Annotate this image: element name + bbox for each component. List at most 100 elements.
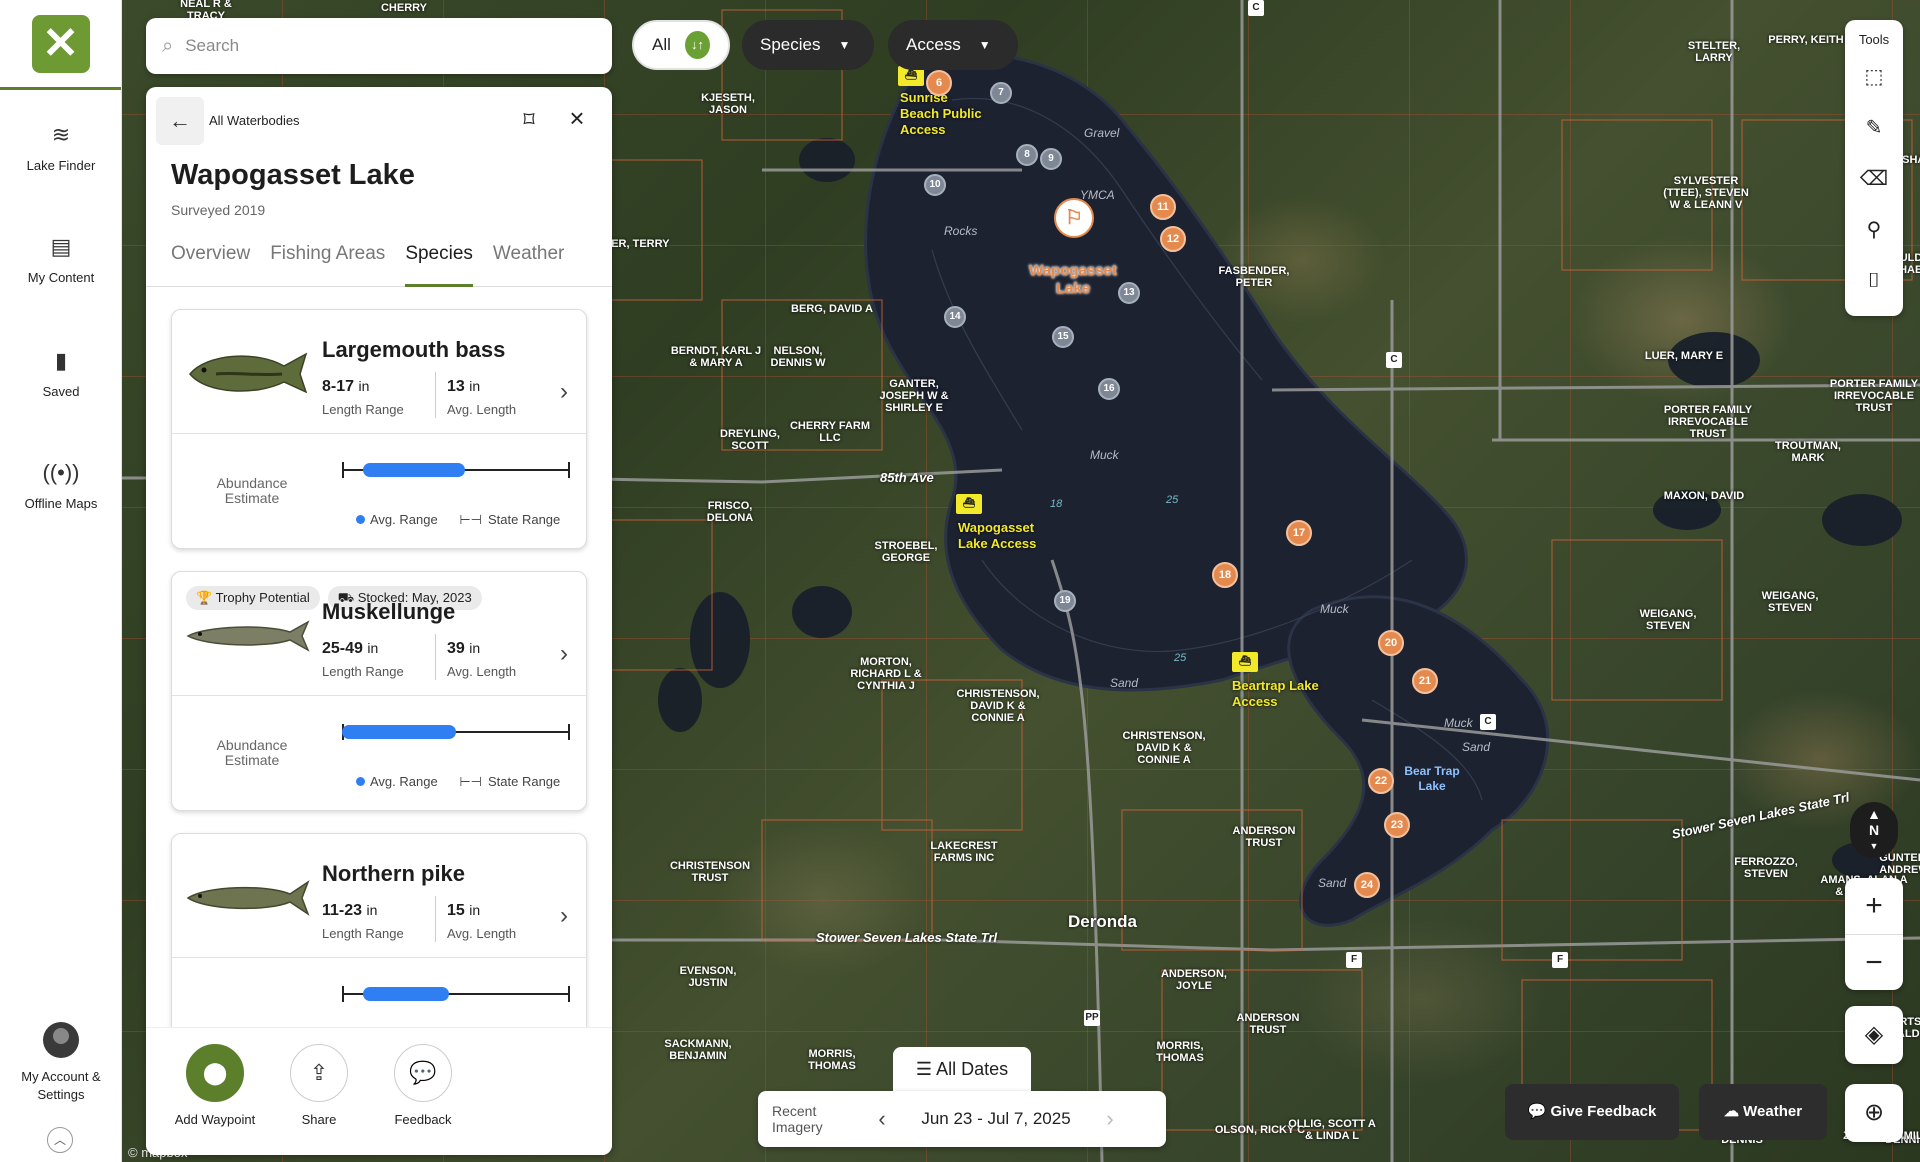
filter-all-chip[interactable]: All ↓↑ — [632, 20, 730, 70]
parcel-label: MAXON, DAVID — [1663, 490, 1745, 502]
nav-saved-label: Saved — [42, 384, 80, 399]
length-range-value: 11-23 in — [322, 902, 378, 919]
avg-range-fill — [342, 725, 456, 739]
road-label: 85th Ave — [880, 470, 934, 485]
layers-icon[interactable]: ◈ — [1845, 1006, 1903, 1064]
fishing-spot-marker[interactable]: 6 — [926, 70, 952, 96]
collapse-chevron-icon[interactable]: ︿ — [47, 1127, 73, 1153]
close-app-logo-icon[interactable]: ✕ — [31, 14, 90, 73]
range-legend: Avg. Range ⊢⊣ State Range — [356, 512, 560, 528]
fishing-spot-marker-gray[interactable]: 9 — [1040, 148, 1062, 170]
share-button[interactable]: ⇪ Share — [264, 1028, 374, 1127]
fishing-spot-marker-gray[interactable]: 10 — [924, 174, 946, 196]
fishing-spot-marker[interactable]: 20 — [1378, 630, 1404, 656]
weather-button[interactable]: ☁ Weather — [1699, 1084, 1827, 1140]
species-list: Largemouth bass 8-17 in Length Range 13 … — [146, 287, 612, 1027]
species-card-top: 🏆 Trophy Potential ⛟ Stocked: May, 2023 … — [172, 572, 586, 696]
bottom-feature-label: Muck — [1090, 448, 1119, 462]
back-arrow-icon[interactable]: ← — [156, 97, 204, 145]
tab-species[interactable]: Species — [405, 243, 473, 287]
abundance-section: Abundance Estimate Avg. Range ⊢⊣ State Ra… — [172, 434, 586, 550]
search-input[interactable] — [185, 36, 566, 56]
all-dates-tab[interactable]: ☰ All Dates — [893, 1047, 1031, 1091]
state-range-bar — [342, 986, 570, 1002]
eraser-icon[interactable]: ⌫ — [1845, 154, 1903, 205]
breadcrumb[interactable]: All Waterbodies — [209, 113, 300, 128]
tools-label: Tools — [1858, 32, 1890, 47]
species-card[interactable]: Northern pike 11-23 in Length Range 15 i… — [171, 833, 587, 1027]
tab-overview[interactable]: Overview — [171, 243, 250, 287]
fishing-spot-marker-gray[interactable]: 19 — [1054, 590, 1076, 612]
fishing-spot-marker-gray[interactable]: 16 — [1098, 378, 1120, 400]
road-shield: F — [1552, 952, 1568, 968]
species-card[interactable]: 🏆 Trophy Potential ⛟ Stocked: May, 2023 … — [171, 571, 587, 811]
compass-button[interactable]: ▲ N ▼ — [1850, 802, 1898, 858]
species-name: Largemouth bass — [322, 337, 506, 362]
panel-header: ← All Waterbodies ⌑ × Wapogasset Lake Su… — [146, 87, 612, 287]
bookmark-outline-icon[interactable]: ⌑ — [514, 107, 544, 137]
fishing-spot-marker[interactable]: 18 — [1212, 562, 1238, 588]
nav-lake-finder[interactable]: ≋ Lake Finder — [0, 120, 122, 173]
avg-length-label: Avg. Length — [447, 926, 517, 941]
tab-weather[interactable]: Weather — [493, 243, 564, 287]
fishing-spot-marker-gray[interactable]: 13 — [1118, 282, 1140, 304]
filter-species-dropdown[interactable]: Species ▼ — [742, 20, 874, 70]
nav-account[interactable]: My Account & Settings — [0, 1022, 122, 1104]
list-icon: ☰ — [915, 1059, 933, 1079]
fishing-spot-marker-gray[interactable]: 8 — [1016, 144, 1038, 166]
feedback-button[interactable]: 💬 Feedback — [368, 1028, 478, 1127]
nav-offline-maps[interactable]: ((•)) Offline Maps — [0, 458, 122, 511]
chevron-right-icon[interactable]: › — [560, 640, 568, 668]
camera-icon[interactable]: ⌷ — [1845, 256, 1903, 307]
fishing-spot-marker[interactable]: 21 — [1412, 668, 1438, 694]
filter-access-dropdown[interactable]: Access ▼ — [888, 20, 1018, 70]
chevron-left-icon[interactable]: ‹ — [868, 1106, 896, 1132]
fishing-spot-marker[interactable]: 11 — [1150, 194, 1176, 220]
parcel-label: PERRY, KEITH — [1768, 34, 1844, 46]
road-shield: PP — [1084, 1010, 1100, 1026]
caret-down-icon: ▼ — [978, 38, 991, 52]
fishing-spot-marker[interactable]: 17 — [1286, 520, 1312, 546]
fishing-spot-marker-gray[interactable]: 7 — [990, 82, 1012, 104]
parcel-label: TROUTMAN, MARK — [1775, 440, 1841, 464]
lasso-icon[interactable]: ⬚ — [1845, 52, 1903, 103]
tab-fishing-areas[interactable]: Fishing Areas — [270, 243, 385, 287]
parcel-label: LUER, MARY E — [1644, 350, 1724, 362]
add-waypoint-button[interactable]: ⬤ Add Waypoint — [160, 1028, 270, 1127]
depth-label: 18 — [1050, 498, 1063, 510]
parcel-label: KJESETH, JASON — [701, 92, 755, 116]
chevron-right-icon[interactable]: › — [1096, 1106, 1124, 1132]
map-pin-icon: ⬤ — [186, 1044, 244, 1102]
species-card-top: Northern pike 11-23 in Length Range 15 i… — [172, 834, 586, 958]
lake-name-label: Bear Trap Lake — [1404, 764, 1460, 793]
fishing-spot-marker[interactable]: 22 — [1368, 768, 1394, 794]
chevron-right-icon[interactable]: › — [560, 902, 568, 930]
fishing-spot-marker-gray[interactable]: 14 — [944, 306, 966, 328]
nav-saved[interactable]: ▮ Saved — [0, 346, 122, 399]
parcel-label: MORRIS, THOMAS — [808, 1048, 856, 1072]
chevron-right-icon[interactable]: › — [560, 378, 568, 406]
locate-crosshair-icon[interactable]: ⊕ — [1845, 1084, 1903, 1142]
parcel-label: PORTER FAMILY IRREVOCABLE TRUST — [1663, 404, 1753, 440]
give-feedback-button[interactable]: 💬 Give Feedback — [1505, 1084, 1679, 1140]
close-icon[interactable]: × — [562, 103, 592, 137]
waves-icon: ≋ — [51, 122, 71, 147]
avatar — [43, 1022, 79, 1058]
panel-tabs: Overview Fishing Areas Species Weather — [171, 243, 584, 287]
location-pin-icon[interactable]: ⚲ — [1845, 205, 1903, 256]
weather-label: Weather — [1743, 1103, 1803, 1120]
fishing-spot-marker-gray[interactable]: 15 — [1052, 326, 1074, 348]
fishing-spot-marker[interactable]: 24 — [1354, 872, 1380, 898]
road-label: Stower Seven Lakes State Trl — [816, 930, 998, 945]
pen-icon[interactable]: ✎ — [1845, 103, 1903, 154]
fishing-spot-marker[interactable]: 23 — [1384, 812, 1410, 838]
nav-my-content[interactable]: ▤ My Content — [0, 232, 122, 285]
abundance-section — [172, 958, 586, 1027]
zoom-in-icon[interactable]: + — [1845, 878, 1903, 934]
feedback-label: Feedback — [394, 1112, 452, 1127]
fishing-spot-marker[interactable]: 12 — [1160, 226, 1186, 252]
species-card[interactable]: Largemouth bass 8-17 in Length Range 13 … — [171, 309, 587, 549]
zoom-controls: + − — [1845, 878, 1903, 990]
trophy-badge: 🏆 Trophy Potential — [186, 586, 320, 610]
zoom-out-icon[interactable]: − — [1845, 935, 1903, 991]
